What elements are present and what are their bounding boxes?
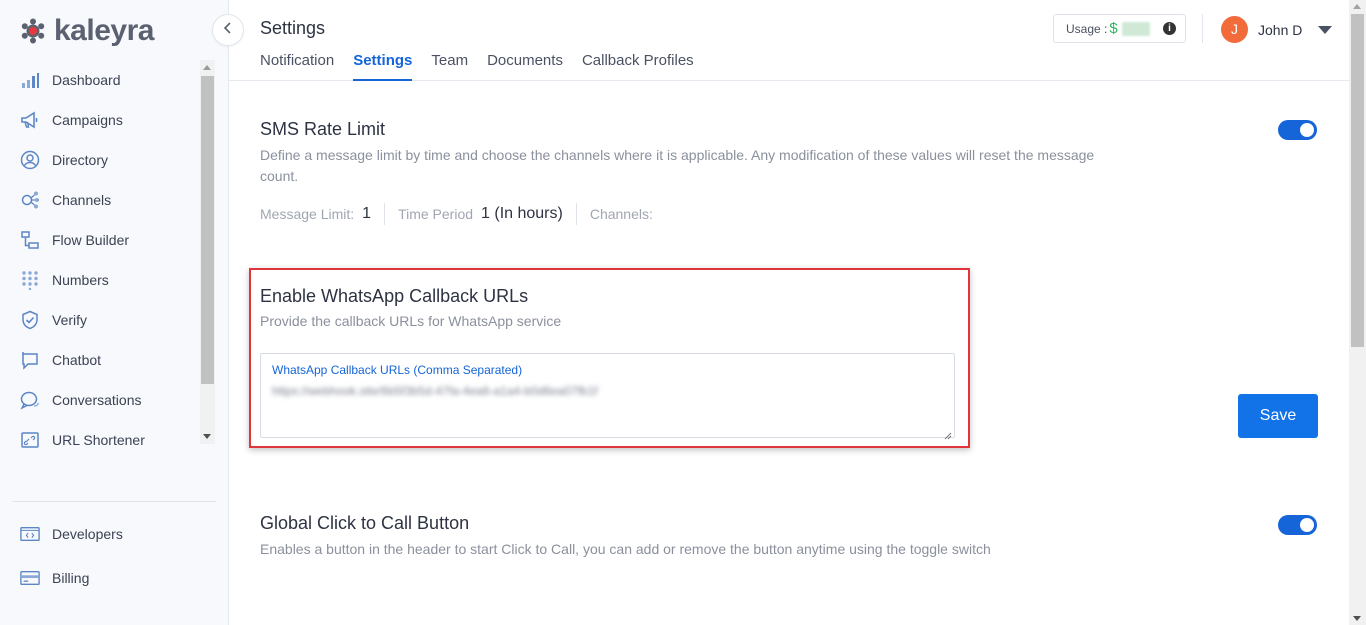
tab-settings[interactable]: Settings <box>353 52 413 81</box>
main-scrollbar-thumb[interactable] <box>1351 14 1364 347</box>
usage-amount-redacted <box>1121 21 1150 36</box>
chatbot-icon <box>20 350 40 370</box>
scroll-down-arrow-icon[interactable] <box>203 434 211 439</box>
channels-label: Channels: <box>589 206 653 222</box>
caret-down-icon <box>1318 25 1333 34</box>
toggle-knob <box>1300 518 1314 532</box>
sidebar-bottom-nav: Developers Billing <box>0 512 200 600</box>
sidebar-item-label: Campaigns <box>52 112 123 128</box>
sidebar-item-label: Conversations <box>52 392 142 408</box>
sidebar: kaleyra Dashboard Campaigns Directory Ch… <box>0 0 229 625</box>
whatsapp-callback-urls-field[interactable]: WhatsApp Callback URLs (Comma Separated)… <box>260 353 955 440</box>
avatar: J <box>1221 16 1248 43</box>
chevron-left-icon <box>223 21 233 39</box>
time-period-value: 1 (In hours) <box>481 205 563 222</box>
link-icon <box>20 430 40 450</box>
usage-badge[interactable]: Usage : $ i <box>1053 14 1186 43</box>
whatsapp-callback-urls-label: WhatsApp Callback URLs (Comma Separated) <box>272 363 523 377</box>
whatsapp-callback-description: Provide the callback URLs for WhatsApp s… <box>260 313 562 329</box>
tab-notification[interactable]: Notification <box>260 52 334 81</box>
info-icon[interactable]: i <box>1163 22 1176 35</box>
megaphone-icon <box>20 110 40 130</box>
tab-team[interactable]: Team <box>431 52 468 81</box>
kaleyra-logo[interactable]: kaleyra <box>20 14 154 48</box>
sidebar-item-label: URL Shortener <box>52 432 145 448</box>
meta-divider <box>575 203 577 225</box>
sidebar-item-label: Verify <box>52 312 88 328</box>
user-menu[interactable]: J John D <box>1221 16 1333 43</box>
time-period-label: Time Period <box>398 206 474 222</box>
sidebar-item-label: Numbers <box>52 272 109 288</box>
header: Settings Notification Settings Team Docu… <box>229 0 1349 81</box>
tab-callback-profiles[interactable]: Callback Profiles <box>582 52 694 81</box>
main-scrollbar[interactable] <box>1349 0 1366 625</box>
header-divider <box>1202 14 1203 43</box>
chat-bubbles-icon <box>20 390 40 410</box>
usage-currency: $ <box>1109 20 1118 37</box>
person-circle-icon <box>20 150 40 170</box>
sidebar-item-label: Developers <box>52 526 123 542</box>
settings-tabs: Notification Settings Team Documents Cal… <box>260 52 694 81</box>
click-to-call-toggle[interactable] <box>1278 515 1317 535</box>
page-title: Settings <box>260 18 326 38</box>
sidebar-item-label: Channels <box>52 192 112 208</box>
sidebar-scrollbar-thumb[interactable] <box>201 76 214 384</box>
sidebar-item-conversations[interactable]: Conversations <box>0 380 200 420</box>
sidebar-item-channels[interactable]: Channels <box>0 180 200 220</box>
settings-content: SMS Rate Limit Define a message limit by… <box>229 81 1349 625</box>
brand-name: kaleyra <box>54 14 154 47</box>
sidebar-scrollbar[interactable] <box>200 60 215 444</box>
sidebar-item-campaigns[interactable]: Campaigns <box>0 100 200 140</box>
flow-builder-icon <box>20 230 40 250</box>
sidebar-item-flow-builder[interactable]: Flow Builder <box>0 220 200 260</box>
sidebar-item-verify[interactable]: Verify <box>0 300 200 340</box>
sms-rate-limit-title: SMS Rate Limit <box>260 119 386 139</box>
click-to-call-title: Global Click to Call Button <box>260 513 470 533</box>
usage-label: Usage : <box>1066 21 1108 36</box>
sidebar-item-developers[interactable]: Developers <box>0 512 200 556</box>
meta-divider <box>384 203 386 225</box>
collapse-sidebar-button[interactable] <box>212 14 244 46</box>
sidebar-divider <box>12 501 216 502</box>
sidebar-item-url-shortener[interactable]: URL Shortener <box>0 420 200 460</box>
whatsapp-callback-urls-value[interactable]: https://webhook.site/6b5f3b5d-47fa-4ea6-… <box>272 384 598 398</box>
whatsapp-callback-title: Enable WhatsApp Callback URLs <box>260 286 529 306</box>
sidebar-item-directory[interactable]: Directory <box>0 140 200 180</box>
sidebar-nav: Dashboard Campaigns Directory Channels F… <box>0 60 200 460</box>
sidebar-item-label: Chatbot <box>52 352 102 368</box>
scroll-up-arrow-icon[interactable] <box>1353 4 1361 9</box>
message-limit-value: 1 <box>362 205 372 222</box>
tab-documents[interactable]: Documents <box>487 52 563 81</box>
sidebar-item-numbers[interactable]: Numbers <box>0 260 200 300</box>
resize-handle-icon[interactable] <box>944 427 952 440</box>
bar-chart-icon <box>20 70 40 90</box>
app: kaleyra Dashboard Campaigns Directory Ch… <box>0 0 1366 625</box>
message-limit-label: Message Limit: <box>260 206 355 222</box>
sms-rate-limit-description: Define a message limit by time and choos… <box>260 147 1095 184</box>
user-name: John D <box>1258 21 1303 38</box>
sidebar-item-label: Flow Builder <box>52 232 130 248</box>
code-window-icon <box>20 524 40 544</box>
sidebar-item-dashboard[interactable]: Dashboard <box>0 60 200 100</box>
sidebar-item-label: Billing <box>52 570 90 586</box>
credit-card-icon <box>20 568 40 588</box>
toggle-knob <box>1300 123 1314 137</box>
sms-rate-limit-toggle[interactable] <box>1278 120 1317 140</box>
save-button[interactable]: Save <box>1238 394 1318 438</box>
sidebar-item-billing[interactable]: Billing <box>0 556 200 600</box>
sms-rate-limit-values: Message Limit: 1 Time Period 1 (In hours… <box>260 203 653 225</box>
kaleyra-logo-icon <box>20 18 46 44</box>
sidebar-item-label: Dashboard <box>52 72 121 88</box>
scroll-up-arrow-icon[interactable] <box>203 65 211 70</box>
scroll-down-arrow-icon[interactable] <box>1353 616 1361 621</box>
sidebar-item-label: Directory <box>52 152 109 168</box>
shield-check-icon <box>20 310 40 330</box>
click-to-call-description: Enables a button in the header to start … <box>260 541 991 557</box>
sidebar-item-chatbot[interactable]: Chatbot <box>0 340 200 380</box>
dial-grid-icon <box>20 270 40 290</box>
channels-nodes-icon <box>20 190 40 210</box>
